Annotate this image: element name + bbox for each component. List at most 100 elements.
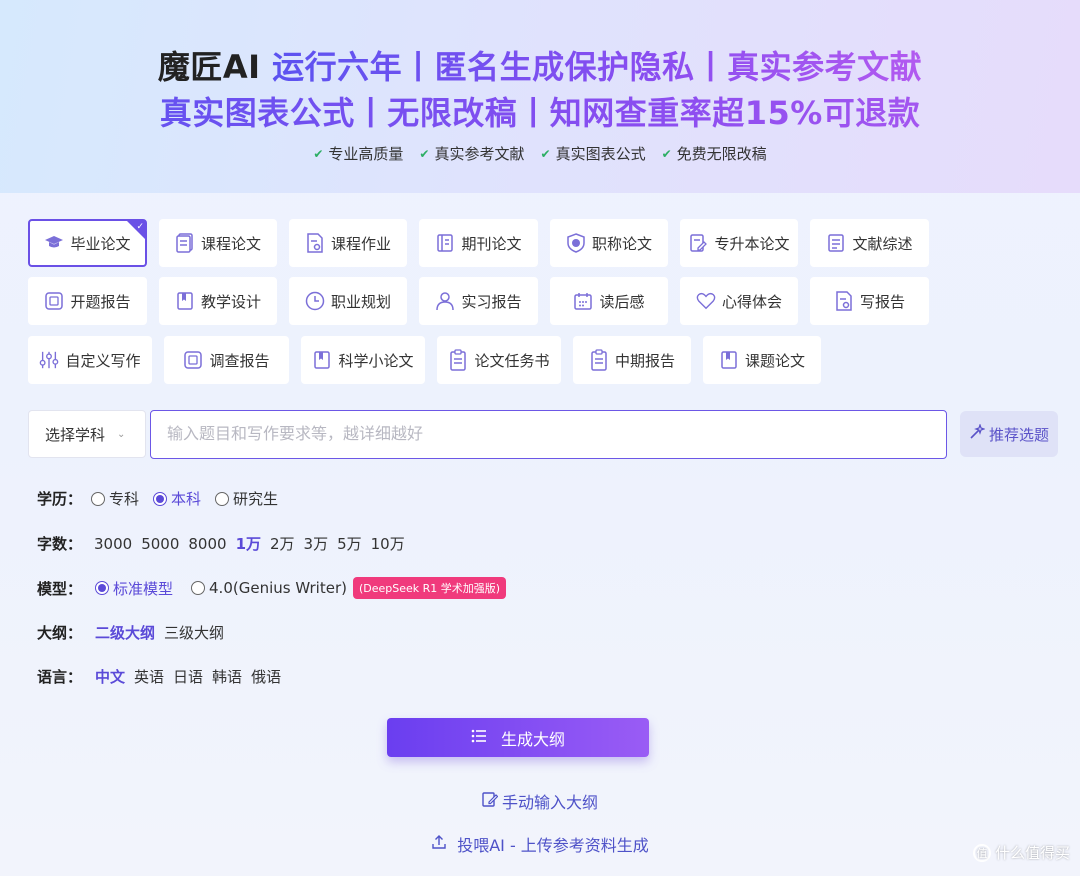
tile-label: 职称论文 (591, 234, 652, 253)
check-icon: ✔ (661, 146, 672, 161)
generate-outline-button[interactable]: 生成大纲 (387, 718, 649, 757)
watermark-text: 什么值得买 (994, 844, 1070, 862)
language-options: 语言： 中文 英语 日语 韩语 俄语 (37, 666, 290, 687)
option-label: 研究生 (233, 490, 279, 508)
report-icon (183, 350, 203, 370)
word-count-option[interactable]: 3万 (304, 533, 329, 554)
chevron-down-icon: ⌄ (117, 428, 126, 440)
radio-icon (191, 581, 206, 595)
heart-icon (696, 291, 716, 311)
tile-label: 文献综述 (852, 234, 913, 253)
paper-type-course-assignment[interactable]: 课程作业 (289, 219, 407, 267)
education-option[interactable]: 专科 (91, 488, 139, 509)
education-option[interactable]: 研究生 (215, 488, 278, 509)
tile-label: 实习报告 (461, 292, 522, 311)
radio-icon (91, 491, 105, 506)
document-edit-icon (688, 233, 708, 253)
paper-type-write-report[interactable]: 写报告 (810, 277, 929, 325)
subject-select[interactable]: 选择学科 ⌄ (28, 410, 146, 458)
paper-type-journal[interactable]: 期刊论文 (419, 219, 538, 267)
manual-outline-link[interactable]: 手动输入大纲 (0, 789, 1080, 813)
brand-name: 魔匠AI (157, 48, 261, 86)
radio-icon (215, 491, 230, 506)
sliders-icon (39, 350, 59, 370)
tile-label: 科学小论文 (338, 351, 414, 370)
paper-type-book-review[interactable]: 读后感 (550, 277, 668, 325)
paper-type-row: 自定义写作 调查报告 科学小论文 论文任务书 中期报告 课题论文 (28, 336, 821, 384)
watermark: 值 什么值得买 (972, 842, 1070, 863)
tile-label: 读后感 (599, 292, 645, 311)
paper-type-row: 开题报告 教学设计 职业规划 实习报告 读后感 心得体会 写报告 (28, 277, 929, 325)
tile-label: 写报告 (859, 292, 905, 311)
outline-option-selected[interactable]: 二级大纲 (95, 622, 155, 643)
outline-label: 大纲： (37, 624, 83, 642)
hero-banner: 魔匠AI 运行六年丨匿名生成保护隐私丨真实参考文献 真实图表公式丨无限改稿丨知网… (0, 0, 1080, 193)
word-count-option[interactable]: 5万 (337, 533, 362, 554)
hero-headline-2: 真实图表公式丨无限改稿丨知网查重率超15%可退款 (0, 88, 1080, 134)
paper-type-survey-report[interactable]: 调查报告 (164, 336, 289, 384)
paper-type-title-paper[interactable]: 职称论文 (550, 219, 668, 267)
education-options: 学历： 专科 本科 研究生 (37, 488, 292, 509)
clock-icon (305, 291, 325, 311)
upload-reference-link[interactable]: 投喂AI - 上传参考资料生成 (0, 832, 1080, 856)
paper-type-career-planning[interactable]: 职业规划 (289, 277, 407, 325)
tile-label: 毕业论文 (70, 234, 131, 253)
paper-type-project-paper[interactable]: 课题论文 (703, 336, 821, 384)
tile-label: 开题报告 (70, 292, 131, 311)
paper-type-internship-report[interactable]: 实习报告 (419, 277, 538, 325)
paper-type-upgrade-paper[interactable]: 专升本论文 (680, 219, 798, 267)
paper-type-thesis[interactable]: 毕业论文 ✓ (28, 219, 147, 267)
word-count-option[interactable]: 3000 (94, 535, 132, 553)
word-count-option[interactable]: 8000 (188, 535, 226, 553)
tile-label: 课题论文 (744, 351, 805, 370)
outline-option[interactable]: 三级大纲 (164, 622, 224, 643)
paper-type-proposal[interactable]: 开题报告 (28, 277, 147, 325)
paper-type-science-essay[interactable]: 科学小论文 (301, 336, 425, 384)
report-icon (44, 291, 64, 311)
tile-label: 期刊论文 (461, 234, 522, 253)
feature-item: ✔ 免费无限改稿 (662, 143, 767, 164)
model-options: 模型： 标准模型 4.0(Genius Writer) (DeepSeek R1… (37, 577, 507, 599)
model-option[interactable]: 4.0(Genius Writer) (191, 579, 347, 597)
option-label: 专科 (109, 490, 140, 508)
tile-label: 专升本论文 (714, 234, 790, 253)
feature-item: ✔ 真实参考文献 (419, 143, 524, 164)
edit-icon (482, 791, 499, 811)
language-option[interactable]: 俄语 (251, 666, 281, 687)
language-option[interactable]: 英语 (134, 666, 164, 687)
paper-type-midterm-report[interactable]: 中期报告 (573, 336, 691, 384)
option-label: 4.0(Genius Writer) (209, 579, 347, 597)
document-stack-icon (175, 233, 195, 253)
hero-headline-1-text: 运行六年丨匿名生成保护隐私丨真实参考文献 (260, 48, 923, 86)
recommend-topic-button[interactable]: 推荐选题 (960, 411, 1058, 457)
paper-type-task-book[interactable]: 论文任务书 (437, 336, 561, 384)
word-count-option[interactable]: 2万 (270, 533, 295, 554)
feature-label: 真实图表公式 (555, 145, 646, 163)
paper-type-course-paper[interactable]: 课程论文 (159, 219, 277, 267)
tile-label: 论文任务书 (474, 351, 550, 370)
word-count-option-selected[interactable]: 1万 (236, 533, 261, 554)
upload-reference-label: 投喂AI - 上传参考资料生成 (457, 836, 649, 855)
model-option-selected[interactable]: 标准模型 (95, 578, 173, 599)
book-icon (312, 350, 332, 370)
tile-label: 职业规划 (330, 292, 391, 311)
language-option-selected[interactable]: 中文 (95, 666, 125, 687)
option-label: 本科 (171, 490, 202, 508)
paper-type-literature-review[interactable]: 文献综述 (810, 219, 929, 267)
shield-badge-icon (566, 233, 586, 253)
upload-icon (431, 834, 447, 854)
graduation-cap-icon (44, 233, 64, 253)
clipboard-icon (448, 349, 468, 371)
tile-label: 自定义写作 (65, 351, 141, 370)
manual-outline-label: 手动输入大纲 (501, 793, 598, 812)
word-count-option[interactable]: 10万 (371, 533, 405, 554)
language-option[interactable]: 日语 (173, 666, 203, 687)
paper-type-reflection[interactable]: 心得体会 (680, 277, 798, 325)
paper-type-custom-writing[interactable]: 自定义写作 (28, 336, 152, 384)
word-count-option[interactable]: 5000 (141, 535, 179, 553)
check-icon: ✔ (540, 146, 551, 161)
paper-type-teaching-design[interactable]: 教学设计 (159, 277, 277, 325)
education-option-selected[interactable]: 本科 (153, 488, 201, 509)
language-option[interactable]: 韩语 (212, 666, 242, 687)
topic-input[interactable] (150, 410, 947, 459)
